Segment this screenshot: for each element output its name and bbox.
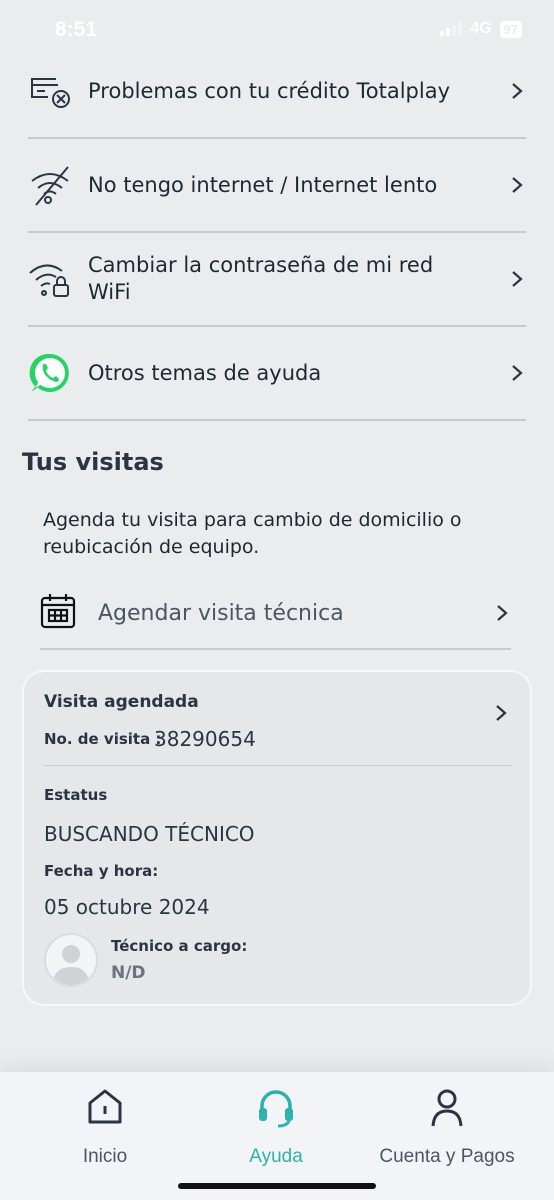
wifi-off-icon — [28, 163, 72, 207]
tab-label: Cuenta y Pagos — [379, 1146, 515, 1167]
home-indicator — [178, 1183, 376, 1189]
tab-cuenta-y-pagos[interactable]: Cuenta y Pagos — [357, 1088, 537, 1168]
bottom-tab-bar: Inicio Ayuda Cuenta y Pagos — [0, 1072, 554, 1200]
visit-number-value: 38290654 — [154, 727, 256, 751]
status-time: 8:51 — [55, 18, 98, 41]
tab-label: Ayuda — [249, 1146, 303, 1167]
signal-icon — [440, 22, 463, 36]
tab-inicio[interactable]: Inicio — [15, 1088, 195, 1168]
avatar — [44, 933, 98, 987]
help-menu-list: Problemas con tu crédito Totalplay No te… — [28, 45, 526, 421]
help-item-label: Problemas con tu crédito Totalplay — [88, 78, 451, 103]
divider — [44, 765, 512, 766]
section-title-visits: Tus visitas — [22, 448, 164, 476]
chevron-right-icon — [496, 705, 507, 721]
whatsapp-icon — [28, 351, 72, 395]
headset-icon — [186, 1088, 366, 1128]
chevron-right-icon — [512, 365, 523, 381]
help-item-internet[interactable]: No tengo internet / Internet lento — [28, 139, 526, 233]
home-icon — [15, 1088, 195, 1128]
help-item-other[interactable]: Otros temas de ayuda — [28, 327, 526, 421]
visit-status-value: BUSCANDO TÉCNICO — [44, 822, 255, 846]
help-item-label: Cambiar la contraseña de mi red WiFi — [88, 253, 434, 304]
help-item-label: Otros temas de ayuda — [88, 360, 322, 385]
visit-number-label: No. de visita : — [44, 730, 162, 748]
tab-ayuda[interactable]: Ayuda — [186, 1088, 366, 1168]
user-icon — [357, 1088, 537, 1128]
schedule-visit-label: Agendar visita técnica — [98, 600, 344, 626]
chevron-right-icon — [512, 177, 523, 193]
technician-value: N/D — [111, 963, 146, 983]
visit-date-label: Fecha y hora: — [44, 862, 159, 880]
chevron-right-icon — [512, 271, 523, 287]
help-item-label: No tengo internet / Internet lento — [88, 172, 438, 197]
help-item-credit[interactable]: Problemas con tu crédito Totalplay — [28, 45, 526, 139]
technician-label: Técnico a cargo: — [111, 937, 248, 955]
calendar-icon — [40, 593, 76, 633]
card-cancel-icon — [28, 69, 72, 113]
battery-level: 97 — [499, 20, 522, 38]
help-item-wifi-password[interactable]: Cambiar la contraseña de mi red WiFi — [28, 233, 526, 327]
visit-card-title: Visita agendada — [44, 692, 199, 712]
wifi-lock-icon — [28, 257, 72, 301]
person-placeholder-icon — [52, 945, 90, 985]
tab-label: Inicio — [82, 1146, 128, 1167]
visits-description: Agenda tu visita para cambio de domicili… — [43, 509, 462, 558]
chevron-right-icon — [497, 605, 508, 621]
chevron-right-icon — [512, 83, 523, 99]
visit-date-value: 05 octubre 2024 — [44, 895, 210, 919]
scheduled-visit-card[interactable]: Visita agendada No. de visita : 38290654… — [22, 670, 532, 1006]
network-type: 4G — [470, 20, 492, 37]
visit-status-label: Estatus — [44, 786, 108, 804]
schedule-visit-button[interactable]: Agendar visita técnica — [40, 578, 511, 650]
